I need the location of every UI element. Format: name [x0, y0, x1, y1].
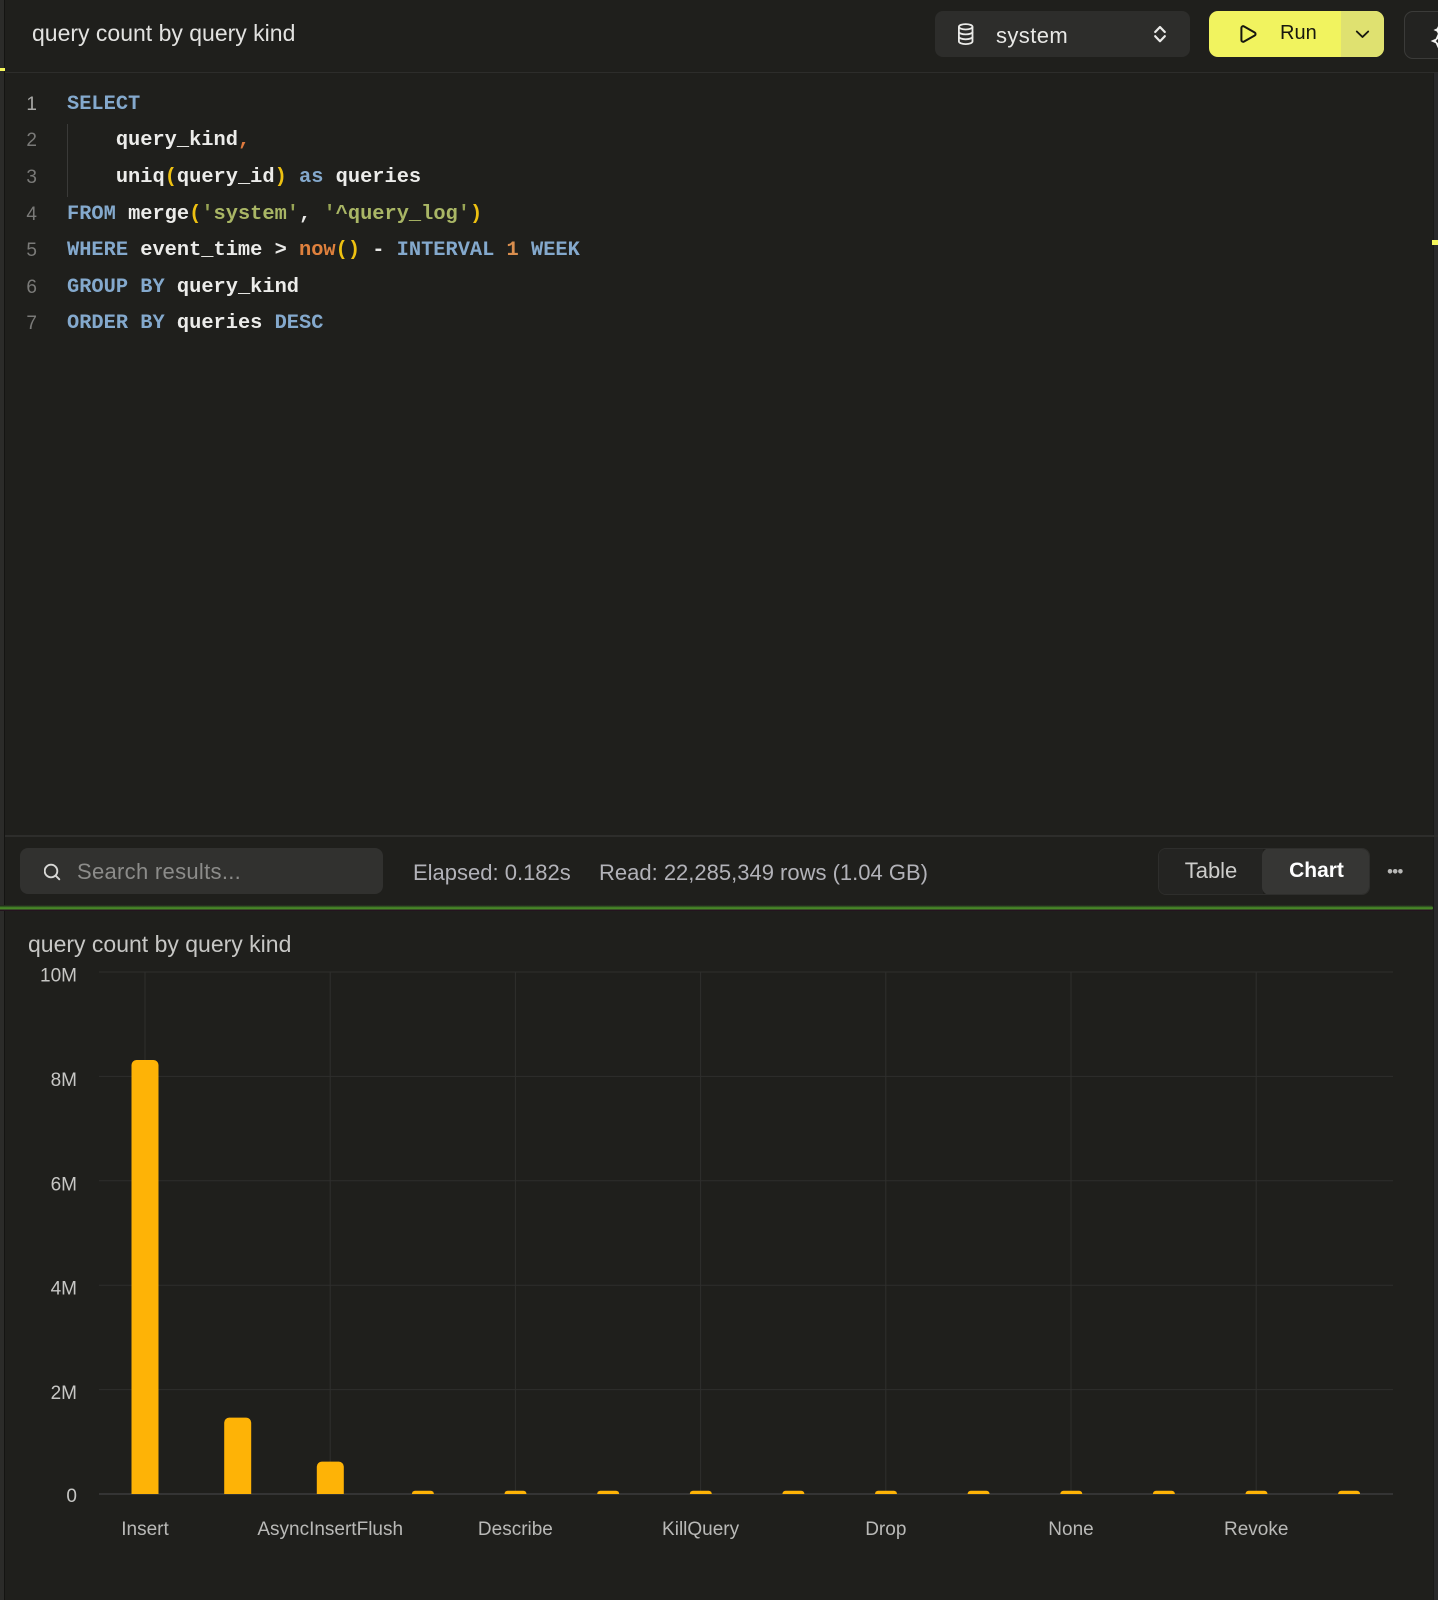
svg-text:query count by query kind: query count by query kind: [28, 931, 291, 957]
svg-text:KillQuery: KillQuery: [662, 1519, 740, 1540]
svg-text:AsyncInsertFlush: AsyncInsertFlush: [257, 1519, 403, 1540]
svg-text:Revoke: Revoke: [1224, 1519, 1288, 1540]
svg-text:10M: 10M: [40, 966, 77, 987]
svg-text:Drop: Drop: [865, 1519, 906, 1540]
svg-text:0: 0: [66, 1486, 77, 1507]
svg-text:Describe: Describe: [478, 1519, 553, 1540]
svg-text:8M: 8M: [51, 1070, 77, 1091]
svg-text:6M: 6M: [51, 1174, 77, 1195]
svg-text:2M: 2M: [51, 1383, 77, 1404]
svg-text:Insert: Insert: [121, 1519, 169, 1540]
svg-text:None: None: [1048, 1519, 1093, 1540]
svg-text:4M: 4M: [51, 1279, 77, 1300]
